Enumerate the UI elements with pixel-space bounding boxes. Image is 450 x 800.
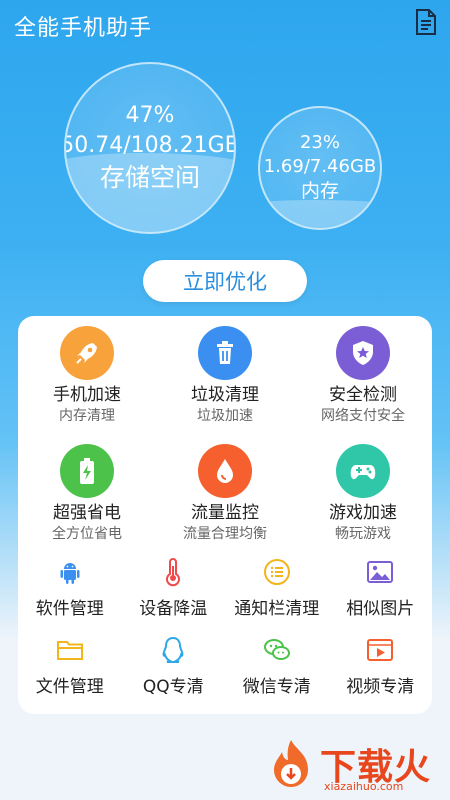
android-icon xyxy=(54,556,86,588)
rocket-icon xyxy=(60,326,114,380)
battery-icon xyxy=(60,444,114,498)
feature-label: 垃圾清理 xyxy=(191,385,259,405)
gamepad-icon xyxy=(336,444,390,498)
feature-power-saving[interactable]: 超强省电 全方位省电 xyxy=(18,444,156,562)
flame-logo-icon xyxy=(274,740,308,787)
tool-device-cooling[interactable]: 设备降温 xyxy=(122,556,226,634)
tool-label: 视频专清 xyxy=(346,677,415,697)
tool-app-manager[interactable]: 软件管理 xyxy=(18,556,122,634)
wechat-icon xyxy=(261,634,293,666)
feature-phone-speedup[interactable]: 手机加速 内存清理 xyxy=(18,326,156,444)
feature-label: 游戏加速 xyxy=(329,503,397,523)
tool-label: 通知栏清理 xyxy=(234,599,320,619)
tool-label: 相似图片 xyxy=(346,599,415,619)
tool-label: QQ专清 xyxy=(142,677,204,697)
feature-label: 安全检测 xyxy=(329,385,397,405)
thermometer-icon xyxy=(157,556,189,588)
tool-file-manager[interactable]: 文件管理 xyxy=(18,634,122,712)
trash-icon xyxy=(198,326,252,380)
storage-value: 50.74/108.21GB xyxy=(64,133,236,159)
folder-icon xyxy=(54,634,86,666)
feature-data-monitor[interactable]: 流量监控 流量合理均衡 xyxy=(156,444,294,562)
memory-label: 内存 xyxy=(300,180,339,203)
image-icon xyxy=(364,556,396,588)
tool-notification-clean[interactable]: 通知栏清理 xyxy=(225,556,329,634)
memory-value: 1.69/7.46GB xyxy=(263,156,377,178)
feature-junk-clean[interactable]: 垃圾清理 垃圾加速 xyxy=(156,326,294,444)
features-panel: 手机加速 内存清理 垃圾清理 垃圾加速 安全检测 网络支付安全 超强省电 全方位… xyxy=(18,316,432,714)
memory-percent: 23% xyxy=(299,131,340,153)
tool-label: 文件管理 xyxy=(35,677,104,697)
feature-label: 手机加速 xyxy=(53,385,121,405)
watermark-url: xiazaihuo.com xyxy=(324,780,404,793)
tool-wechat-clean[interactable]: 微信专清 xyxy=(225,634,329,712)
feature-sub: 内存清理 xyxy=(59,408,115,424)
feature-game-boost[interactable]: 游戏加速 畅玩游戏 xyxy=(294,444,432,562)
app-title: 全能手机助手 xyxy=(14,16,153,41)
tools-grid: 软件管理 设备降温 通知栏清理 相似图片 文件管理 QQ专清 微信专清 视频专清 xyxy=(18,556,432,712)
feature-sub: 流量合理均衡 xyxy=(183,526,267,542)
feature-label: 流量监控 xyxy=(191,503,259,523)
tool-label: 设备降温 xyxy=(139,599,208,619)
drop-icon xyxy=(198,444,252,498)
qq-icon xyxy=(157,634,189,666)
memory-gauge[interactable]: 23% 1.69/7.46GB 内存 xyxy=(258,106,382,230)
list-icon xyxy=(261,556,293,588)
tool-similar-images[interactable]: 相似图片 xyxy=(329,556,433,634)
tool-label: 微信专清 xyxy=(242,677,311,697)
storage-percent: 47% xyxy=(125,103,175,129)
storage-gauge[interactable]: 47% 50.74/108.21GB 存储空间 xyxy=(64,62,236,234)
tool-label: 软件管理 xyxy=(35,599,104,619)
feature-sub: 畅玩游戏 xyxy=(335,526,391,542)
feature-label: 超强省电 xyxy=(53,503,121,523)
document-icon[interactable] xyxy=(414,8,438,36)
tool-video-clean[interactable]: 视频专清 xyxy=(329,634,433,712)
shield-icon xyxy=(336,326,390,380)
storage-label: 存储空间 xyxy=(100,162,201,192)
feature-security-check[interactable]: 安全检测 网络支付安全 xyxy=(294,326,432,444)
feature-sub: 垃圾加速 xyxy=(197,408,253,424)
video-icon xyxy=(364,634,396,666)
feature-sub: 全方位省电 xyxy=(52,526,122,542)
feature-sub: 网络支付安全 xyxy=(321,408,405,424)
feature-grid: 手机加速 内存清理 垃圾清理 垃圾加速 安全检测 网络支付安全 超强省电 全方位… xyxy=(18,326,432,562)
watermark: 下载火 xiazaihuo.com xyxy=(262,736,442,796)
optimize-button[interactable]: 立即优化 xyxy=(143,260,307,302)
tool-qq-clean[interactable]: QQ专清 xyxy=(122,634,226,712)
